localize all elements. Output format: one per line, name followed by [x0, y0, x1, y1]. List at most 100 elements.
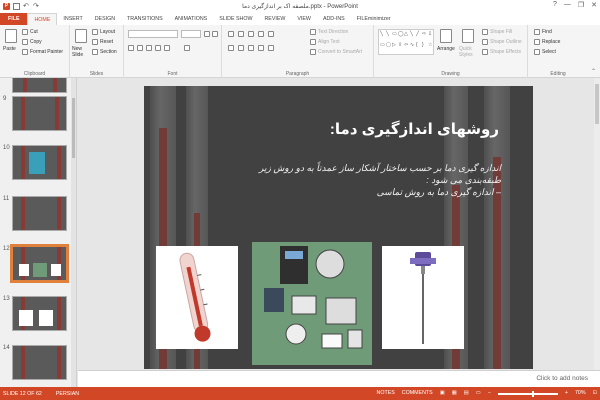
new-slide-button[interactable]: New Slide [72, 46, 90, 58]
slide-thumbnail[interactable] [12, 96, 67, 131]
bold-icon[interactable] [128, 45, 134, 51]
instruments-image[interactable] [252, 242, 372, 365]
slide-thumbnail[interactable] [12, 78, 67, 93]
reset-button[interactable]: Reset [92, 39, 113, 45]
arrow-shape-icon[interactable]: ⇩ [428, 31, 434, 42]
decrease-indent-icon[interactable] [248, 31, 254, 37]
slide-sorter-icon[interactable]: ▦ [452, 390, 457, 396]
tab-view[interactable]: VIEW [291, 13, 317, 25]
section-button[interactable]: Section [92, 49, 117, 55]
slideshow-icon[interactable]: ▭ [476, 390, 481, 396]
font-color-icon[interactable] [184, 45, 190, 51]
slide-body-text[interactable]: اندازه گیری دما بر حسب ساختار آشکار ساز … [201, 162, 501, 198]
font-size-select[interactable] [181, 30, 201, 38]
convert-smartart-button[interactable]: Convert to SmartArt [310, 49, 362, 55]
tab-transitions[interactable]: TRANSITIONS [121, 13, 169, 25]
editor-scrollbar[interactable] [594, 78, 600, 370]
columns-icon[interactable] [268, 45, 274, 51]
thermometer-image[interactable] [156, 246, 238, 349]
bullets-icon[interactable] [228, 31, 234, 37]
collapse-ribbon-icon[interactable]: ⌃ [591, 68, 596, 75]
probe-sensor-image[interactable] [382, 246, 464, 349]
slide-thumbnail[interactable] [12, 145, 67, 180]
slide-thumbnail[interactable] [12, 196, 67, 231]
slide-thumbnail[interactable] [12, 345, 67, 380]
scrollbar-thumb[interactable] [72, 98, 75, 158]
find-button[interactable]: Find [534, 29, 552, 35]
paste-button[interactable]: Paste [3, 46, 16, 52]
minimize-icon[interactable]: — [564, 1, 571, 9]
body-line: اندازه گیری دما بر حسب ساختار آشکار ساز … [259, 163, 501, 173]
new-slide-icon[interactable] [75, 29, 87, 43]
replace-button[interactable]: Replace [534, 39, 560, 45]
increase-indent-icon[interactable] [258, 31, 264, 37]
notes-pane[interactable]: Click to add notes [78, 370, 600, 387]
arrange-icon[interactable] [440, 29, 452, 43]
tab-review[interactable]: REVIEW [258, 13, 291, 25]
fit-slide-icon[interactable]: ⊡ [593, 390, 597, 396]
star-shape-icon[interactable]: ☆ [428, 42, 434, 53]
shrink-font-icon[interactable] [212, 31, 218, 37]
shape-fill-label: Shape Fill [490, 29, 513, 35]
tab-animations[interactable]: ANIMATIONS [169, 13, 214, 25]
shape-outline-button[interactable]: Shape Outline [482, 39, 522, 45]
thumbnail-scrollbar[interactable] [71, 78, 76, 387]
comments-button[interactable]: COMMENTS [402, 390, 433, 396]
reset-label: Reset [100, 39, 114, 45]
restore-icon[interactable]: ❐ [578, 1, 584, 9]
arrange-button[interactable]: Arrange [437, 46, 455, 52]
zoom-level[interactable]: 70% [575, 390, 586, 396]
tab-file[interactable]: FILE [0, 13, 28, 25]
tab-fileminimizer[interactable]: FILEminimizer [351, 13, 397, 25]
thumbnail-number: 13 [3, 296, 10, 302]
zoom-slider[interactable] [497, 391, 558, 397]
paste-icon[interactable] [5, 29, 17, 43]
drawing-group: ╲ ╲ ▭ ◯ △ ╲ ╱ ⇨ ⇩ ▭ ▢ ▷ ⇧ ⇦ ∿{} ☆ Arrange Quick Styles… [374, 25, 528, 78]
shape-effects-button[interactable]: Shape Effects [482, 49, 521, 55]
tab-home[interactable]: HOME [27, 13, 58, 25]
zoom-in-icon[interactable]: + [565, 390, 568, 396]
close-icon[interactable]: ✕ [591, 1, 597, 9]
scrollbar-thumb[interactable] [595, 84, 599, 124]
justify-icon[interactable] [258, 45, 264, 51]
slide-thumbnail[interactable] [12, 296, 67, 331]
tab-add-ins[interactable]: ADD-INS [317, 13, 351, 25]
line-spacing-icon[interactable] [268, 31, 274, 37]
grow-font-icon[interactable] [204, 31, 210, 37]
tab-slide-show[interactable]: SLIDE SHOW [213, 13, 258, 25]
text-direction-button[interactable]: Text Direction [310, 29, 348, 35]
italic-icon[interactable] [137, 45, 143, 51]
shapes-gallery[interactable]: ╲ ╲ ▭ ◯ △ ╲ ╱ ⇨ ⇩ ▭ ▢ ▷ ⇧ ⇦ ∿{} ☆ [378, 29, 434, 55]
zoom-out-icon[interactable]: − [488, 390, 491, 396]
format-painter-button[interactable]: Format Painter [22, 49, 63, 55]
layout-button[interactable]: Layout [92, 29, 115, 35]
slide-canvas[interactable]: روشهای اندازگیری دما: اندازه گیری دما بر… [144, 86, 533, 369]
numbering-icon[interactable] [238, 31, 244, 37]
underline-icon[interactable] [146, 45, 152, 51]
normal-view-icon[interactable]: ▣ [440, 390, 445, 396]
align-text-button[interactable]: Align Text [310, 39, 340, 45]
quick-styles-button[interactable]: Quick Styles [459, 46, 479, 58]
align-text-icon [310, 39, 316, 45]
shape-fill-button[interactable]: Shape Fill [482, 29, 512, 35]
select-button[interactable]: Select [534, 49, 556, 55]
shadow-icon[interactable] [155, 45, 161, 51]
copy-button[interactable]: Copy [22, 39, 42, 45]
tab-design[interactable]: DESIGN [89, 13, 121, 25]
quick-styles-icon[interactable] [462, 29, 474, 43]
align-center-icon[interactable] [238, 45, 244, 51]
help-icon[interactable]: ? [553, 1, 557, 9]
convert-smartart-label: Convert to SmartArt [318, 49, 363, 55]
notes-button[interactable]: NOTES [377, 390, 395, 396]
font-family-select[interactable] [128, 30, 178, 38]
reading-view-icon[interactable]: ▤ [464, 390, 469, 396]
slide-title[interactable]: روشهای اندازگیری دما: [330, 120, 499, 138]
tab-insert[interactable]: INSERT [57, 13, 88, 25]
align-right-icon[interactable] [248, 45, 254, 51]
strikethrough-icon[interactable] [164, 45, 170, 51]
cut-button[interactable]: Cut [22, 29, 38, 35]
brush-icon [22, 49, 28, 55]
align-left-icon[interactable] [228, 45, 234, 51]
slide-thumbnail-selected[interactable] [10, 244, 69, 283]
language-indicator[interactable]: PERSIAN [56, 391, 79, 397]
